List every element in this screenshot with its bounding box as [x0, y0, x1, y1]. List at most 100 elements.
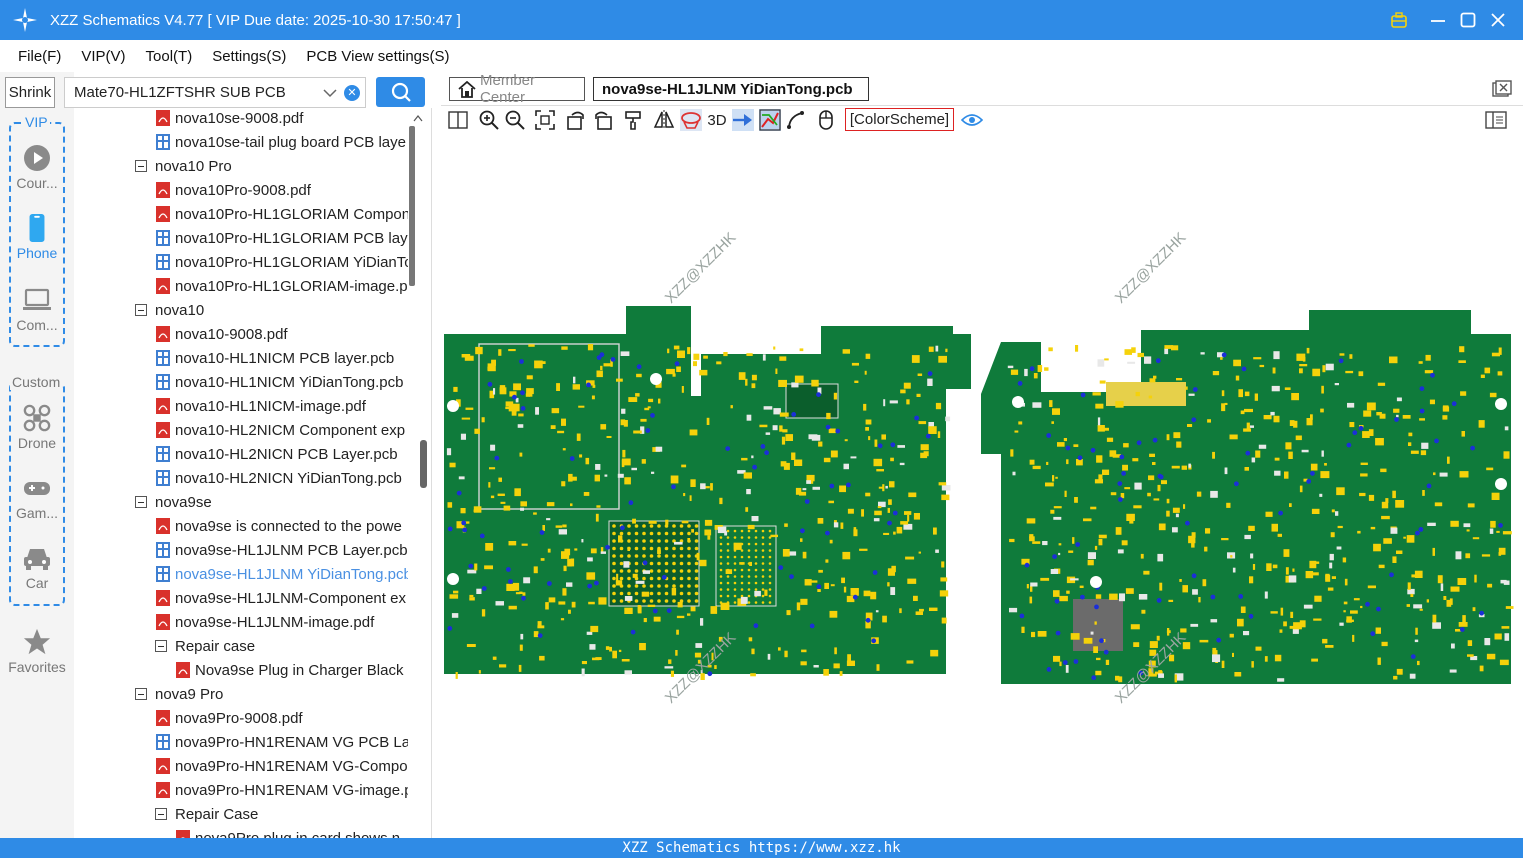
- rotate-right-button[interactable]: [592, 109, 614, 131]
- search-icon: [391, 82, 411, 102]
- tree-folder[interactable]: Repair case: [155, 634, 255, 658]
- tree-file[interactable]: nova10se-9008.pdf: [156, 108, 303, 130]
- side-panel-toggle-button[interactable]: [1485, 109, 1507, 131]
- panel-splitter-handle[interactable]: [420, 440, 427, 488]
- tree-item-label: nova10Pro-HL1GLORIAM-image.p: [175, 277, 408, 295]
- mounting-hole: [957, 546, 969, 558]
- menu-tool[interactable]: Tool(T): [136, 48, 203, 65]
- bottom-view-button[interactable]: [680, 109, 702, 131]
- tree-file[interactable]: Nova9se Plug in Charger Black: [176, 658, 403, 682]
- tree-file[interactable]: nova10se-tail plug board PCB laye: [156, 130, 406, 154]
- vip-badge-icon[interactable]: [1384, 0, 1414, 40]
- tree-folder[interactable]: nova10 Pro: [135, 154, 232, 178]
- 3d-view-button[interactable]: 3D: [704, 109, 730, 131]
- menu-pcb-view-settings[interactable]: PCB View settings(S): [296, 48, 459, 65]
- app-logo-icon: [13, 8, 37, 32]
- menu-file[interactable]: File(F): [8, 48, 71, 65]
- tree-file[interactable]: nova9Pro-HN1RENAM VG-Compo: [156, 754, 408, 778]
- tree-file[interactable]: nova10-9008.pdf: [156, 322, 288, 346]
- chevron-down-icon[interactable]: [322, 85, 338, 101]
- car-icon: [24, 549, 50, 570]
- tree-file[interactable]: nova9Pro plug in card shows n: [176, 826, 400, 838]
- mounting-hole: [1495, 478, 1507, 490]
- tree-file[interactable]: nova10-HL1NICM YiDianTong.pcb: [156, 370, 403, 394]
- tab-label: nova9se-HL1JLNM YiDianTong.pcb: [602, 80, 853, 98]
- menu-settings[interactable]: Settings(S): [202, 48, 296, 65]
- tree-file[interactable]: nova9Pro-HN1RENAM VG PCB Lay: [156, 730, 408, 754]
- fit-view-button[interactable]: [534, 109, 556, 131]
- collapse-icon[interactable]: [155, 640, 167, 652]
- pdf-file-icon: [156, 278, 170, 294]
- sidebar-item-car[interactable]: Car: [0, 544, 74, 591]
- mirror-flip-icon: [653, 110, 675, 130]
- pdf-file-icon: [156, 110, 170, 126]
- close-button[interactable]: [1483, 0, 1513, 40]
- pcb-file-icon: [156, 446, 170, 462]
- tree-file[interactable]: nova10-HL2NICN YiDianTong.pcb: [156, 466, 402, 490]
- tree-file[interactable]: nova9Pro-9008.pdf: [156, 706, 303, 730]
- sidebar-item-computer[interactable]: Com...: [0, 286, 74, 333]
- color-scheme-button[interactable]: [ColorScheme]: [845, 108, 954, 131]
- search-button[interactable]: [376, 77, 425, 107]
- pdf-file-icon: [156, 590, 170, 606]
- zoom-in-button[interactable]: [478, 109, 500, 131]
- tree-scrollbar[interactable]: [408, 108, 432, 838]
- tree-file[interactable]: nova10Pro-HL1GLORIAM-image.p: [156, 274, 408, 298]
- collapse-icon[interactable]: [135, 496, 147, 508]
- tree-file[interactable]: nova9Pro-HN1RENAM VG-image.p: [156, 778, 408, 802]
- split-view-button[interactable]: [447, 109, 469, 131]
- sidebar-item-courses[interactable]: Cour...: [0, 144, 74, 191]
- tab-member-center[interactable]: Member Center: [449, 72, 585, 106]
- format-painter-button[interactable]: [622, 109, 644, 131]
- tree-file[interactable]: nova9se-HL1JLNM YiDianTong.pcb: [156, 562, 408, 586]
- mirror-button[interactable]: [653, 109, 675, 131]
- tree-file[interactable]: nova10-HL1NICM-image.pdf: [156, 394, 366, 418]
- trace-button[interactable]: [759, 109, 781, 131]
- pdf-file-icon: [156, 614, 170, 630]
- clear-icon[interactable]: ✕: [344, 85, 360, 101]
- tree-file[interactable]: nova10-HL2NICM Component exp: [156, 418, 405, 442]
- tree-file[interactable]: nova10Pro-HL1GLORIAM YiDianTc: [156, 250, 408, 274]
- close-tab-icon[interactable]: [1492, 80, 1512, 98]
- tree-file[interactable]: nova10-HL1NICM PCB layer.pcb: [156, 346, 394, 370]
- sidebar-item-drone[interactable]: Drone: [0, 404, 74, 451]
- home-icon: [458, 80, 476, 98]
- pcb-canvas[interactable]: XZZ@XZZHK XZZ@XZZHK XZZ@XZZHK XZZ@XZZHK: [441, 134, 1523, 838]
- tree-file[interactable]: nova9se-HL1JLNM-image.pdf: [156, 610, 374, 634]
- tree-file[interactable]: nova9se-HL1JLNM-Component ex: [156, 586, 406, 610]
- pdf-file-icon: [156, 518, 170, 534]
- tree-file[interactable]: nova10-HL2NICN PCB Layer.pcb: [156, 442, 398, 466]
- zoom-out-button[interactable]: [504, 109, 526, 131]
- tree-file[interactable]: nova9se is connected to the powe: [156, 514, 402, 538]
- tab-active-pcb[interactable]: nova9se-HL1JLNM YiDianTong.pcb: [593, 77, 869, 101]
- collapse-icon[interactable]: [135, 688, 147, 700]
- status-bar: XZZ Schematics https://www.xzz.hk: [0, 838, 1523, 858]
- select-net-button[interactable]: [732, 109, 754, 131]
- minimize-button[interactable]: [1423, 0, 1453, 40]
- sidebar-item-favorites[interactable]: Favorites: [0, 628, 74, 675]
- pcb-board-right[interactable]: [981, 310, 1511, 684]
- tree-file[interactable]: nova10Pro-9008.pdf: [156, 178, 311, 202]
- sidebar-item-game[interactable]: Gam...: [0, 474, 74, 521]
- model-search-combobox[interactable]: Mate70-HL1ZFTSHR SUB PCB ✕: [64, 77, 366, 108]
- tree-folder[interactable]: nova9se: [135, 490, 212, 514]
- visibility-button[interactable]: [961, 109, 983, 131]
- maximize-button[interactable]: [1453, 0, 1483, 40]
- collapse-icon[interactable]: [135, 304, 147, 316]
- tree-file[interactable]: nova9se-HL1JLNM PCB Layer.pcb: [156, 538, 408, 562]
- mouse-mode-button[interactable]: [815, 109, 837, 131]
- tree-folder[interactable]: nova10: [135, 298, 204, 322]
- collapse-icon[interactable]: [155, 808, 167, 820]
- rotate-left-button[interactable]: [565, 109, 587, 131]
- shrink-button[interactable]: Shrink: [5, 77, 55, 108]
- sidebar-item-phone[interactable]: Phone: [0, 214, 74, 261]
- menu-vip[interactable]: VIP(V): [71, 48, 135, 65]
- pcb-file-icon: [156, 374, 170, 390]
- measure-button[interactable]: [785, 109, 807, 131]
- tree-file[interactable]: nova10Pro-HL1GLORIAM Compon: [156, 202, 408, 226]
- tree-folder[interactable]: Repair Case: [155, 802, 258, 826]
- mounting-hole: [650, 373, 662, 385]
- collapse-icon[interactable]: [135, 160, 147, 172]
- tree-file[interactable]: nova10Pro-HL1GLORIAM PCB laye: [156, 226, 408, 250]
- tree-folder[interactable]: nova9 Pro: [135, 682, 223, 706]
